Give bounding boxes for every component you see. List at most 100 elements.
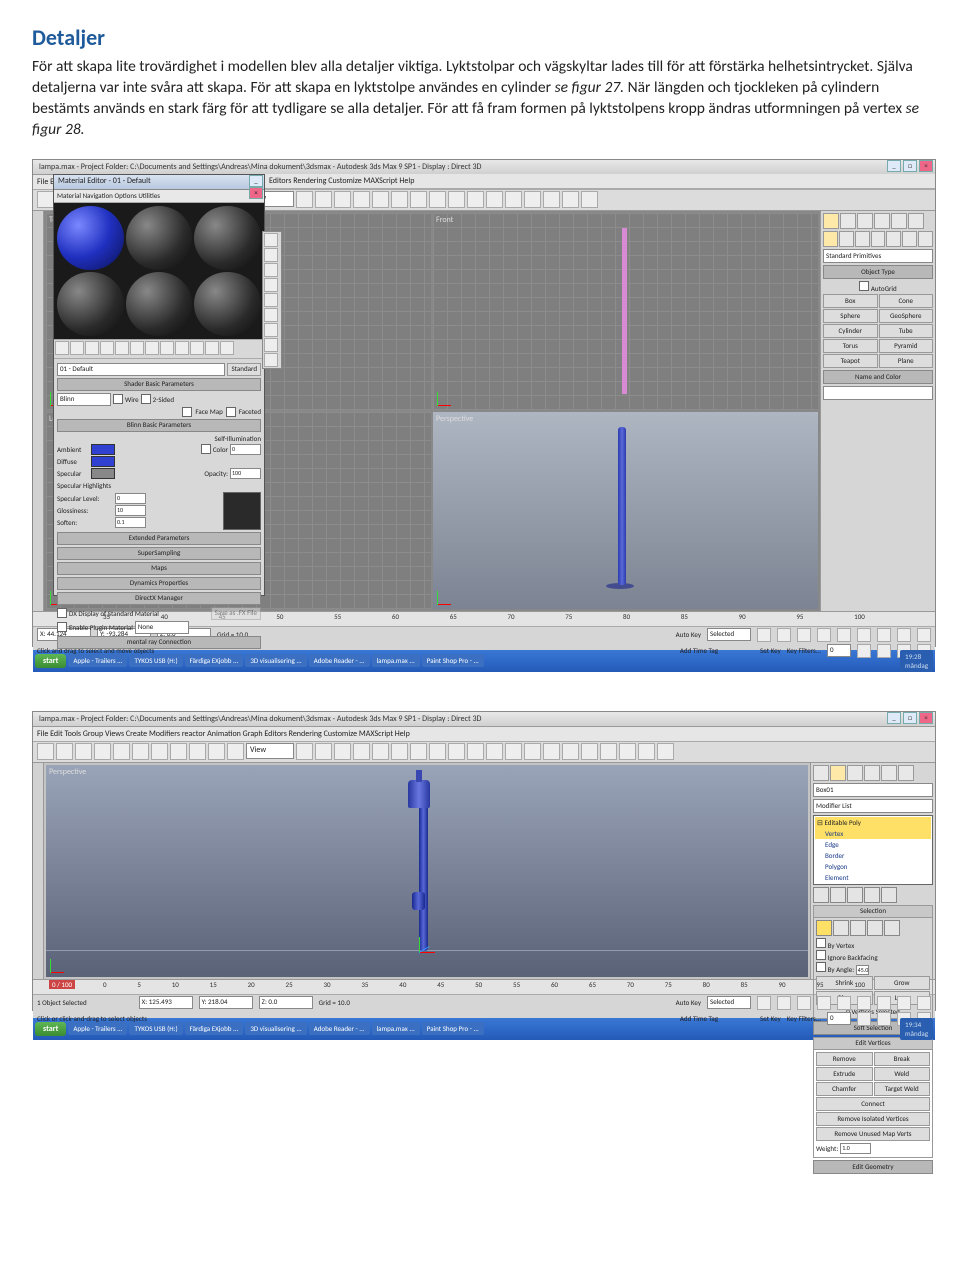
start-button[interactable]: start (35, 1022, 66, 1036)
dx-display-check[interactable] (57, 608, 67, 618)
play-end-button[interactable] (837, 628, 851, 642)
box-button[interactable]: Box (823, 294, 878, 308)
menubar[interactable]: File Edit Tools Group Views Create Modif… (33, 727, 935, 742)
facemap-check[interactable] (182, 407, 192, 417)
utilities-tab[interactable] (908, 213, 924, 229)
stack-element[interactable]: Element (815, 872, 931, 883)
nav-max-button[interactable] (917, 628, 931, 642)
stack-editable-poly[interactable]: ⊟ Editable Poly (815, 817, 931, 828)
command-panel-tabs[interactable] (823, 213, 933, 229)
hierarchy-tab[interactable] (857, 213, 873, 229)
material-slot[interactable] (126, 206, 193, 270)
timeline[interactable]: 0 / 100 05 1015 2025 3035 4045 5055 6065… (33, 980, 935, 995)
geosphere-button[interactable]: GeoSphere (879, 309, 934, 323)
editgeom-header[interactable]: Edit Geometry (813, 1160, 933, 1174)
specular-swatch[interactable] (91, 468, 115, 479)
command-panel-tabs[interactable] (813, 765, 933, 781)
diffuse-swatch[interactable] (91, 456, 115, 467)
material-slot[interactable] (194, 272, 261, 336)
byangle-check[interactable] (816, 962, 826, 972)
motion-tab[interactable] (874, 213, 890, 229)
material-spheres[interactable] (54, 203, 264, 339)
rollout[interactable]: Maps (57, 562, 261, 575)
setkey-button[interactable]: Set Key (760, 646, 781, 655)
nav-pan-button[interactable] (877, 628, 891, 642)
rollout[interactable]: DirectX Manager (57, 592, 261, 605)
start-button[interactable]: start (35, 654, 66, 668)
object-name-field[interactable] (823, 386, 933, 400)
play-next-button[interactable] (817, 628, 831, 642)
taskbar-item[interactable]: Apple - Trailers ... (68, 1022, 127, 1035)
cone-button[interactable]: Cone (879, 294, 934, 308)
break-button[interactable]: Break (874, 1052, 931, 1066)
cylinder-button[interactable]: Cylinder (823, 324, 878, 338)
twosided-check[interactable] (141, 394, 151, 404)
rollout[interactable]: SuperSampling (57, 547, 261, 560)
play-button[interactable] (797, 628, 811, 642)
ambient-swatch[interactable] (91, 444, 115, 455)
remove-iso-button[interactable]: Remove Isolated Vertices (816, 1112, 930, 1126)
polygon-mode-icon[interactable] (867, 920, 883, 936)
addtimetag[interactable]: Add Time Tag (680, 1014, 718, 1023)
sphere-button[interactable]: Sphere (823, 309, 878, 323)
view-dropdown[interactable]: View (246, 743, 294, 759)
spec-level-field[interactable]: 0 (115, 493, 146, 504)
modifier-list-dropdown[interactable]: Modifier List (813, 799, 933, 813)
me-min-button[interactable]: _ (249, 175, 263, 187)
teapot-button[interactable]: Teapot (823, 354, 878, 368)
stack-tools[interactable] (813, 887, 933, 903)
soften-field[interactable]: 0.1 (115, 517, 146, 528)
taskbar-item[interactable]: Adobe Reader - ... (309, 654, 370, 667)
addtimetag[interactable]: Add Time Tag (680, 646, 718, 655)
byangle-field[interactable]: 45.0 (856, 965, 870, 975)
x-coord[interactable]: X: 125.493 (139, 996, 193, 1009)
shader-basic-header[interactable]: Shader Basic Parameters (57, 378, 261, 391)
viewport-perspective[interactable]: Perspective (46, 765, 808, 977)
taskbar-item[interactable]: Färdiga EXjobb ... (185, 1022, 244, 1035)
z-coord[interactable]: Z: 0.0 (259, 996, 313, 1009)
selection-header[interactable]: Selection (814, 906, 932, 918)
taskbar-item[interactable]: Adobe Reader - ... (309, 1022, 370, 1035)
element-mode-icon[interactable] (884, 920, 900, 936)
modify-tab[interactable] (830, 765, 846, 781)
remove-button[interactable]: Remove (816, 1052, 873, 1066)
shader-dropdown[interactable]: Blinn (57, 393, 111, 406)
stack-border[interactable]: Border (815, 850, 931, 861)
chamfer-button[interactable]: Chamfer (816, 1082, 873, 1096)
minimize-button[interactable]: _ (887, 160, 901, 172)
material-toolbar[interactable] (54, 339, 264, 359)
create-tab[interactable] (813, 765, 829, 781)
stack-vertex[interactable]: Vertex (815, 828, 931, 839)
stack-polygon[interactable]: Polygon (815, 861, 931, 872)
torus-button[interactable]: Torus (823, 339, 878, 353)
modifier-stack[interactable]: ⊟ Editable Poly Vertex Edge Border Polyg… (813, 815, 933, 885)
selected-dropdown[interactable]: Selected (707, 996, 751, 1009)
byvertex-check[interactable] (816, 938, 826, 948)
hierarchy-tab[interactable] (847, 765, 863, 781)
vertex-mode-icon[interactable] (816, 920, 832, 936)
primitive-type-dropdown[interactable]: Standard Primitives (823, 249, 933, 263)
create-tab[interactable] (823, 213, 839, 229)
autokey-button[interactable]: Auto Key (676, 630, 701, 639)
setkey-button[interactable]: Set Key (760, 1014, 781, 1023)
main-toolbar[interactable]: View (33, 742, 935, 763)
material-slot[interactable] (194, 206, 261, 270)
ignore-backfacing-check[interactable] (816, 950, 826, 960)
nav-orbit-button[interactable] (897, 628, 911, 642)
plugin-dropdown[interactable]: None (135, 621, 189, 634)
material-side-tools[interactable] (262, 231, 282, 369)
time-slider[interactable]: 0 / 100 (49, 980, 75, 989)
me-close-button[interactable]: × (249, 187, 263, 199)
material-slot[interactable] (126, 272, 193, 336)
remove-unused-button[interactable]: Remove Unused Map Verts (816, 1127, 930, 1141)
rollout[interactable]: Extended Parameters (57, 532, 261, 545)
taskbar-item[interactable]: TYKOS USB (H:) (129, 1022, 182, 1035)
taskbar-item[interactable]: Paint Shop Pro - ... (422, 1022, 484, 1035)
taskbar-item[interactable]: lampa.max ... (372, 1022, 420, 1035)
material-editor-menu[interactable]: Material Navigation Options Utilities (54, 190, 264, 203)
nav-zoom-button[interactable] (857, 628, 871, 642)
close-button[interactable]: × (919, 160, 933, 172)
color-check[interactable] (201, 444, 211, 454)
stack-edge[interactable]: Edge (815, 839, 931, 850)
system-tray[interactable]: 19:34måndag (900, 1018, 933, 1040)
